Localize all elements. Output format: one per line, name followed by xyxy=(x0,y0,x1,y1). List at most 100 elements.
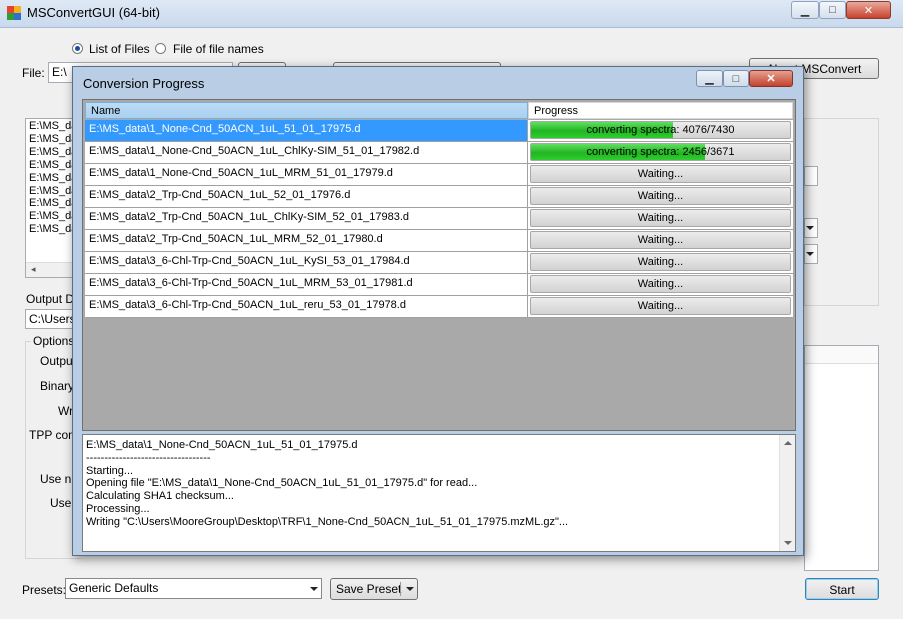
output-directory-label: Output Di xyxy=(26,292,77,306)
table-row[interactable]: E:\MS_data\2_Trp-Cnd_50ACN_1uL_ChlKy-SIM… xyxy=(85,208,793,230)
file-list-item[interactable]: E:\MS_da xyxy=(29,185,77,198)
table-row[interactable]: E:\MS_data\3_6-Chl-Trp-Cnd_50ACN_1uL_rer… xyxy=(85,296,793,318)
file-list-item[interactable]: E:\MS_da xyxy=(29,146,77,159)
progress-cell: converting spectra: 4076/7430 xyxy=(528,120,793,142)
progress-cell: Waiting... xyxy=(528,252,793,274)
progress-bar: Waiting... xyxy=(530,187,791,205)
progress-cell: Waiting... xyxy=(528,230,793,252)
table-row[interactable]: E:\MS_data\3_6-Chl-Trp-Cnd_50ACN_1uL_KyS… xyxy=(85,252,793,274)
log-text: E:\MS_data\1_None-Cnd_50ACN_1uL_51_01_17… xyxy=(86,439,776,529)
file-name-cell[interactable]: E:\MS_data\1_None-Cnd_50ACN_1uL_ChlKy-SI… xyxy=(85,142,528,164)
progress-cell: converting spectra: 2456/3671 xyxy=(528,142,793,164)
progress-status: Waiting... xyxy=(637,300,684,312)
file-list-item[interactable]: E:\MS_da xyxy=(29,172,77,185)
app-icon xyxy=(7,6,21,20)
progress-bar: Waiting... xyxy=(530,165,791,183)
progress-status: Waiting... xyxy=(637,234,684,246)
log-line: Opening file "E:\MS_data\1_None-Cnd_50AC… xyxy=(86,477,478,490)
file-of-file-names-radio[interactable] xyxy=(155,43,166,54)
progress-status: Waiting... xyxy=(637,212,684,224)
name-column-header[interactable]: Name xyxy=(85,102,528,119)
file-list-item[interactable]: E:\MS_da xyxy=(29,120,77,133)
chevron-down-icon xyxy=(310,586,318,591)
scroll-down-icon[interactable] xyxy=(784,541,792,545)
list-of-files-radio[interactable] xyxy=(72,43,83,54)
file-name-cell[interactable]: E:\MS_data\3_6-Chl-Trp-Cnd_50ACN_1uL_MRM… xyxy=(85,274,528,296)
chevron-down-icon[interactable] xyxy=(406,587,414,591)
conversion-log[interactable]: E:\MS_data\1_None-Cnd_50ACN_1uL_51_01_17… xyxy=(82,434,796,552)
dialog-minimize-button[interactable]: ▁ xyxy=(696,70,723,87)
file-list-item[interactable]: E:\MS_da xyxy=(29,133,77,146)
chevron-down-icon xyxy=(806,226,814,230)
file-name-cell[interactable]: E:\MS_data\2_Trp-Cnd_50ACN_1uL_ChlKy-SIM… xyxy=(85,208,528,230)
progress-bar: Waiting... xyxy=(530,209,791,227)
output-format-label: Output xyxy=(40,354,77,368)
presets-combo[interactable]: Generic Defaults xyxy=(65,578,322,599)
presets-value: Generic Defaults xyxy=(69,581,159,595)
file-name-cell[interactable]: E:\MS_data\3_6-Chl-Trp-Cnd_50ACN_1uL_rer… xyxy=(85,296,528,318)
progress-cell: Waiting... xyxy=(528,296,793,318)
conversion-progress-dialog: Conversion Progress ▁ □ ✕ Name Progress … xyxy=(72,66,804,556)
progress-bar: converting spectra: 4076/7430 xyxy=(530,121,791,139)
save-preset-button[interactable]: Save Preset xyxy=(330,578,418,600)
progress-bar: Waiting... xyxy=(530,253,791,271)
dialog-title: Conversion Progress xyxy=(83,76,205,91)
file-list-item[interactable]: E:\MS_da xyxy=(29,210,77,223)
options-group-label: Options xyxy=(31,334,77,348)
file-list-item[interactable]: E:\MS_da xyxy=(29,223,77,236)
log-vscroll[interactable] xyxy=(779,435,795,551)
file-name-cell[interactable]: E:\MS_data\2_Trp-Cnd_50ACN_1uL_MRM_52_01… xyxy=(85,230,528,252)
progress-bar: converting spectra: 2456/3671 xyxy=(530,143,791,161)
maximize-button[interactable]: □ xyxy=(819,1,846,19)
save-preset-label: Save Preset xyxy=(336,582,402,596)
main-title-bar: MSConvertGUI (64-bit) ▁ □ ✕ xyxy=(0,0,903,28)
file-list-item[interactable]: E:\MS_da xyxy=(29,197,77,210)
progress-status: Waiting... xyxy=(637,256,684,268)
scroll-left-icon[interactable]: ◂ xyxy=(31,264,36,275)
file-name-cell[interactable]: E:\MS_data\3_6-Chl-Trp-Cnd_50ACN_1uL_KyS… xyxy=(85,252,528,274)
progress-cell: Waiting... xyxy=(528,208,793,230)
file-name-cell[interactable]: E:\MS_data\1_None-Cnd_50ACN_1uL_51_01_17… xyxy=(85,120,528,142)
progress-column-header[interactable]: Progress xyxy=(528,102,793,119)
filter-type-combo[interactable] xyxy=(804,218,818,238)
window-title: MSConvertGUI (64-bit) xyxy=(27,5,160,20)
table-row[interactable]: E:\MS_data\1_None-Cnd_50ACN_1uL_MRM_51_0… xyxy=(85,164,793,186)
table-row[interactable]: E:\MS_data\1_None-Cnd_50ACN_1uL_51_01_17… xyxy=(85,120,793,142)
filters-panel xyxy=(804,118,879,306)
progress-status: converting spectra: 2456/3671 xyxy=(586,146,735,158)
log-line: E:\MS_data\1_None-Cnd_50ACN_1uL_51_01_17… xyxy=(86,439,358,451)
table-row[interactable]: E:\MS_data\1_None-Cnd_50ACN_1uL_ChlKy-SI… xyxy=(85,142,793,164)
filter-option-combo[interactable] xyxy=(804,244,818,264)
progress-bar: Waiting... xyxy=(530,275,791,293)
dialog-maximize-button[interactable]: □ xyxy=(723,70,749,87)
log-line: Writing "C:\Users\MooreGroup\Desktop\TRF… xyxy=(86,515,569,528)
minimize-button[interactable]: ▁ xyxy=(791,1,819,19)
list-of-files-label: List of Files xyxy=(89,42,150,56)
file-name-cell[interactable]: E:\MS_data\2_Trp-Cnd_50ACN_1uL_52_01_179… xyxy=(85,186,528,208)
scroll-up-icon[interactable] xyxy=(784,441,792,445)
file-list-item[interactable]: E:\MS_da xyxy=(29,159,77,172)
file-name-cell[interactable]: E:\MS_data\1_None-Cnd_50ACN_1uL_MRM_51_0… xyxy=(85,164,528,186)
progress-status: Waiting... xyxy=(637,190,684,202)
filter-list[interactable] xyxy=(804,345,879,571)
filter-param-field[interactable] xyxy=(804,166,818,186)
file-label: File: xyxy=(22,66,45,80)
log-line: Processing... xyxy=(86,502,150,515)
log-line: Starting... xyxy=(86,464,134,477)
table-row[interactable]: E:\MS_data\3_6-Chl-Trp-Cnd_50ACN_1uL_MRM… xyxy=(85,274,793,296)
progress-status: Waiting... xyxy=(637,168,684,180)
chevron-down-icon xyxy=(806,252,814,256)
start-button[interactable]: Start xyxy=(805,578,879,600)
dialog-close-button[interactable]: ✕ xyxy=(749,70,793,87)
table-row[interactable]: E:\MS_data\2_Trp-Cnd_50ACN_1uL_52_01_179… xyxy=(85,186,793,208)
progress-cell: Waiting... xyxy=(528,186,793,208)
progress-bar: Waiting... xyxy=(530,231,791,249)
log-line: ---------------------------------- xyxy=(86,451,211,464)
progress-grid[interactable]: Name Progress E:\MS_data\1_None-Cnd_50AC… xyxy=(82,99,796,431)
log-line: Calculating SHA1 checksum... xyxy=(86,490,234,503)
progress-bar: Waiting... xyxy=(530,297,791,315)
progress-status: converting spectra: 4076/7430 xyxy=(586,124,735,136)
presets-label: Presets: xyxy=(22,583,67,597)
close-button[interactable]: ✕ xyxy=(846,1,891,19)
table-row[interactable]: E:\MS_data\2_Trp-Cnd_50ACN_1uL_MRM_52_01… xyxy=(85,230,793,252)
